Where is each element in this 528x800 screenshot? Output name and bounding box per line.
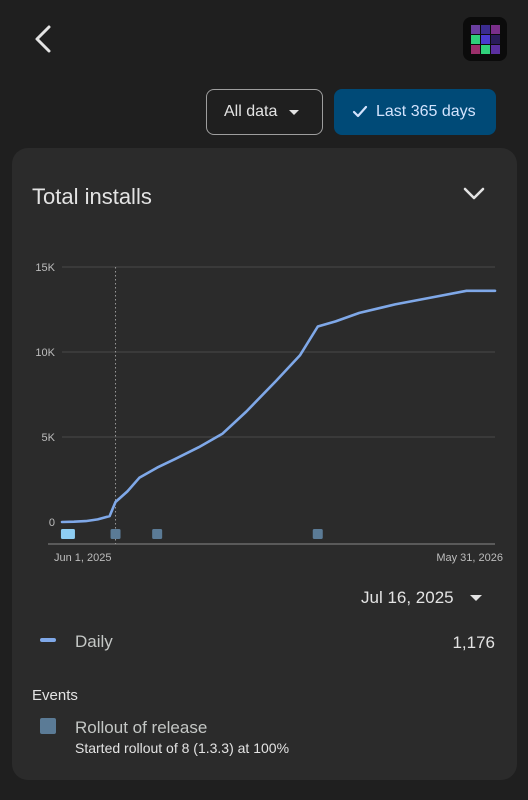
y-tick-label: 10K	[35, 347, 55, 359]
event-marker	[312, 529, 323, 539]
y-tick-label: 0	[49, 517, 55, 529]
dropdown-caret-icon	[469, 595, 482, 601]
series-legend-swatch	[40, 638, 56, 642]
last-365-days-chip[interactable]: Last 365 days	[334, 89, 496, 135]
event-description: Started rollout of 8 (1.3.3) at 100%	[75, 740, 290, 756]
events-heading: Events	[32, 687, 78, 704]
x-tick-label: May 31, 2026	[436, 552, 503, 564]
selected-date: Jul 16, 2025	[361, 588, 454, 607]
installs-chart[interactable]: 0 5K 10K 15K Jun 1, 2025 May 31, 2026	[12, 148, 517, 578]
series-legend-label: Daily	[75, 632, 113, 651]
x-tick-label: Jun 1, 2025	[54, 552, 112, 564]
event-swatch	[40, 718, 56, 734]
chevron-left-icon	[35, 25, 51, 53]
y-tick-label: 15K	[35, 262, 55, 274]
event-title: Rollout of release	[75, 718, 208, 737]
date-selector[interactable]: Jul 16, 2025	[361, 588, 482, 608]
series-line	[60, 289, 497, 524]
dropdown-caret-icon	[289, 109, 300, 115]
event-marker	[152, 529, 163, 539]
event-marker	[60, 529, 75, 539]
app-grid-icon	[463, 17, 507, 61]
all-data-label: All data	[224, 103, 278, 120]
all-data-dropdown[interactable]: All data	[206, 89, 323, 135]
series-value: 1,176	[452, 633, 495, 652]
total-installs-card: Total installs 0 5K 10K 15K Jun 1, 2025 May 3…	[12, 148, 517, 780]
last-365-days-label: Last 365 days	[376, 103, 476, 120]
event-marker	[110, 529, 121, 539]
check-icon	[352, 105, 368, 118]
back-button[interactable]	[26, 22, 60, 56]
y-tick-label: 5K	[42, 432, 56, 444]
